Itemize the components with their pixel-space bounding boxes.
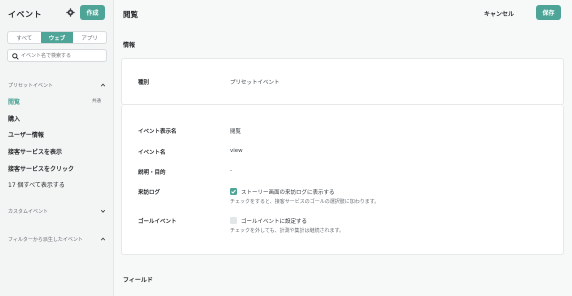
section-filter-events[interactable]: フィルターから派生したイベント	[8, 236, 83, 243]
tab-web[interactable]: ウェブ	[40, 32, 74, 43]
sidebar: イベント 作成 すべて ウェブ アプリ プリセットイベント 閲覧 共通 購入 ユ…	[0, 0, 114, 296]
section-preset-events[interactable]: プリセットイベント	[8, 82, 53, 89]
type-card: 種別 プリセットイベント	[121, 58, 564, 105]
tab-app[interactable]: アプリ	[73, 32, 106, 43]
search-icon	[12, 53, 19, 60]
event-name-value: view	[230, 148, 243, 154]
search-input[interactable]	[21, 52, 105, 60]
goal-event-checkbox[interactable]	[230, 217, 237, 224]
save-button[interactable]: 保存	[536, 5, 561, 20]
sidebar-title: イベント	[8, 10, 42, 19]
info-section-title: 情報	[123, 42, 136, 49]
event-name-label: イベント名	[138, 150, 166, 156]
search-box	[7, 49, 107, 62]
check-icon	[231, 189, 236, 194]
sidebar-item-show-campaign[interactable]: 接客サービスを表示	[8, 147, 62, 156]
page-title: 閲覧	[123, 10, 138, 19]
goal-event-hint: チェックを外しても、計測や集計は継続されます。	[230, 228, 344, 234]
sidebar-item-purchase[interactable]: 購入	[8, 114, 20, 123]
header: 閲覧 キャンセル 保存	[114, 0, 572, 28]
sidebar-item-user-info[interactable]: ユーザー情報	[8, 130, 44, 139]
show-all-link[interactable]: 17 個すべて表示する	[8, 180, 65, 189]
chevron-up-icon[interactable]	[100, 82, 106, 88]
event-type-tabs: すべて ウェブ アプリ	[7, 31, 107, 44]
sidebar-item-view[interactable]: 閲覧	[8, 97, 20, 106]
goal-event-checkbox-label[interactable]: ゴールイベントに設定する	[241, 217, 307, 225]
visit-log-label: 来訪ログ	[138, 190, 161, 196]
chevron-down-icon[interactable]	[100, 208, 106, 214]
visit-log-checkbox-label[interactable]: ストーリー画面の来訪ログに表示する	[241, 188, 335, 196]
goal-event-label: ゴールイベント	[138, 219, 177, 225]
cancel-button[interactable]: キャンセル	[484, 9, 514, 18]
display-name-value[interactable]: 閲覧	[230, 127, 241, 135]
sidebar-item-click-campaign[interactable]: 接客サービスをクリック	[8, 164, 74, 173]
section-custom-events[interactable]: カスタムイベント	[8, 208, 48, 215]
visit-log-hint: チェックをすると、接客サービスのゴールの選択肢に加わります。	[230, 199, 380, 205]
display-name-label: イベント表示名	[138, 129, 177, 135]
description-value[interactable]: -	[230, 168, 232, 174]
gear-icon[interactable]	[66, 8, 75, 17]
fields-section-title: フィールド	[123, 277, 153, 284]
type-label: 種別	[138, 80, 150, 86]
description-label: 説明・目的	[138, 170, 166, 176]
visit-log-checkbox[interactable]	[230, 188, 237, 195]
chevron-up-icon[interactable]	[100, 236, 106, 242]
details-card: イベント表示名 閲覧 イベント名 view 説明・目的 - 来訪ログ ストーリー…	[121, 105, 564, 255]
type-value: プリセットイベント	[230, 80, 280, 86]
create-button[interactable]: 作成	[80, 5, 105, 20]
tab-all[interactable]: すべて	[8, 32, 41, 43]
common-badge: 共通	[92, 99, 101, 104]
